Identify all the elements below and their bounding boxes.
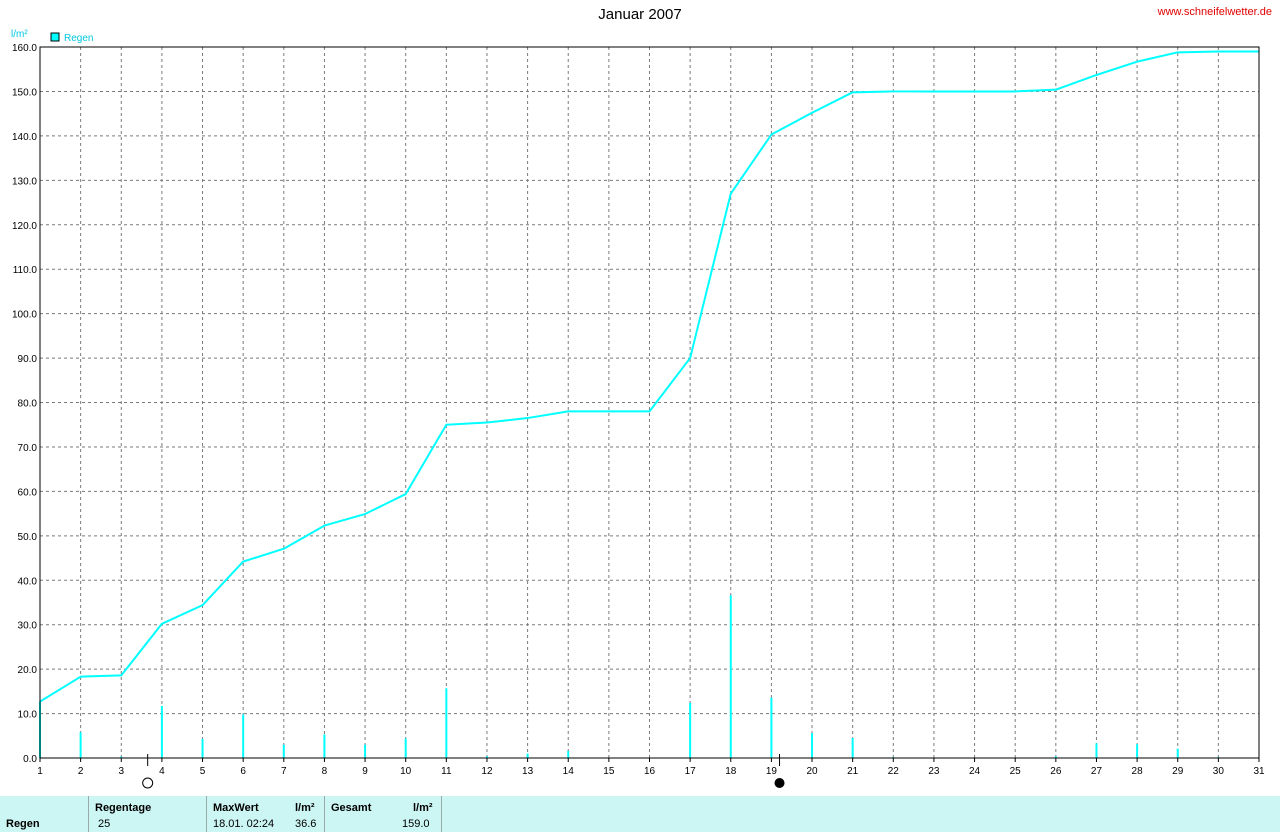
y-tick-label: 60.0: [18, 487, 38, 498]
gesamt-header: Gesamt: [331, 802, 372, 814]
y-tick-label: 140.0: [12, 132, 37, 143]
grid: [40, 47, 1259, 758]
y-tick-label: 20.0: [18, 665, 38, 676]
x-tick-label: 20: [806, 766, 818, 777]
x-tick-label: 19: [766, 766, 778, 777]
x-tick-label: 21: [847, 766, 859, 777]
y-tick-label: 40.0: [18, 576, 38, 587]
y-tick-label: 30.0: [18, 621, 38, 632]
x-tick-label: 25: [1010, 766, 1022, 777]
maxwert-header: MaxWert: [213, 802, 259, 814]
legend: l/m² Regen: [11, 29, 93, 44]
x-tick-label: 23: [928, 766, 940, 777]
x-tick-label: 1: [37, 766, 43, 777]
y-tick-label: 110.0: [13, 265, 38, 276]
x-tick-label: 26: [1050, 766, 1062, 777]
stats-table: Regen Regentage 25 MaxWert l/m² 18.01. 0…: [0, 796, 1280, 832]
y-tick-label: 10.0: [18, 710, 38, 721]
new-moon-icon: [774, 778, 785, 788]
x-tick-label: 30: [1213, 766, 1225, 777]
x-tick-label: 24: [969, 766, 981, 777]
x-tick-label: 8: [322, 766, 328, 777]
maxwert-value: 36.6: [295, 818, 317, 830]
maxwert-date: 18.01. 02:24: [213, 818, 275, 830]
y-tick-label: 160.0: [12, 43, 37, 54]
legend-label: Regen: [64, 33, 93, 44]
x-tick-label: 22: [888, 766, 900, 777]
gesamt-value: 159.0: [402, 818, 430, 830]
cumulative-rain-line: [39, 50, 1259, 703]
y-tick-label: 0.0: [23, 754, 37, 765]
tick-labels: 0.0 10.0 20.0 30.0 40.0 50.0 60.0 70.0 80.0 90.0 1…: [12, 43, 1265, 777]
x-tick-label: 13: [522, 766, 534, 777]
y-tick-label: 100.0: [12, 310, 37, 321]
x-tick-label: 15: [603, 766, 615, 777]
regentage-value: 25: [98, 818, 111, 830]
x-tick-label: 27: [1091, 766, 1103, 777]
x-tick-label: 3: [118, 766, 124, 777]
y-tick-label: 150.0: [12, 87, 37, 98]
y-tick-label: 50.0: [18, 532, 38, 543]
x-tick-label: 29: [1172, 766, 1184, 777]
stats-row-label: Regen: [6, 818, 40, 830]
y-tick-label: 70.0: [18, 443, 38, 454]
x-tick-label: 16: [644, 766, 656, 777]
x-tick-label: 11: [441, 766, 452, 777]
cumulative-line-layer: [39, 50, 1259, 703]
x-tick-label: 10: [400, 766, 412, 777]
daily-bars: [39, 595, 1220, 758]
y-tick-label: 120.0: [12, 221, 37, 232]
x-tick-label: 4: [159, 766, 165, 777]
x-tick-label: 31: [1253, 766, 1265, 777]
x-tick-label: 9: [362, 766, 368, 777]
y-tick-label: 130.0: [12, 176, 37, 187]
x-tick-label: 5: [200, 766, 206, 777]
x-tick-label: 17: [685, 766, 697, 777]
x-tick-label: 28: [1132, 766, 1144, 777]
x-tick-label: 6: [240, 766, 246, 777]
y-tick-label: 90.0: [18, 354, 38, 365]
x-tick-label: 7: [281, 766, 287, 777]
x-tick-label: 14: [563, 766, 575, 777]
y-tick-label: 80.0: [18, 399, 38, 410]
y-axis-unit: l/m²: [11, 29, 28, 40]
regentage-header: Regentage: [95, 802, 152, 814]
maxwert-unit: l/m²: [295, 802, 315, 814]
legend-swatch: [50, 32, 60, 42]
x-tick-label: 12: [481, 766, 493, 777]
gesamt-unit: l/m²: [413, 802, 433, 814]
x-tick-label: 2: [78, 766, 84, 777]
full-moon-icon: [142, 777, 154, 789]
rain-chart: 0.0 10.0 20.0 30.0 40.0 50.0 60.0 70.0 80.0 90.0 1…: [11, 29, 1265, 789]
x-tick-label: 18: [725, 766, 737, 777]
